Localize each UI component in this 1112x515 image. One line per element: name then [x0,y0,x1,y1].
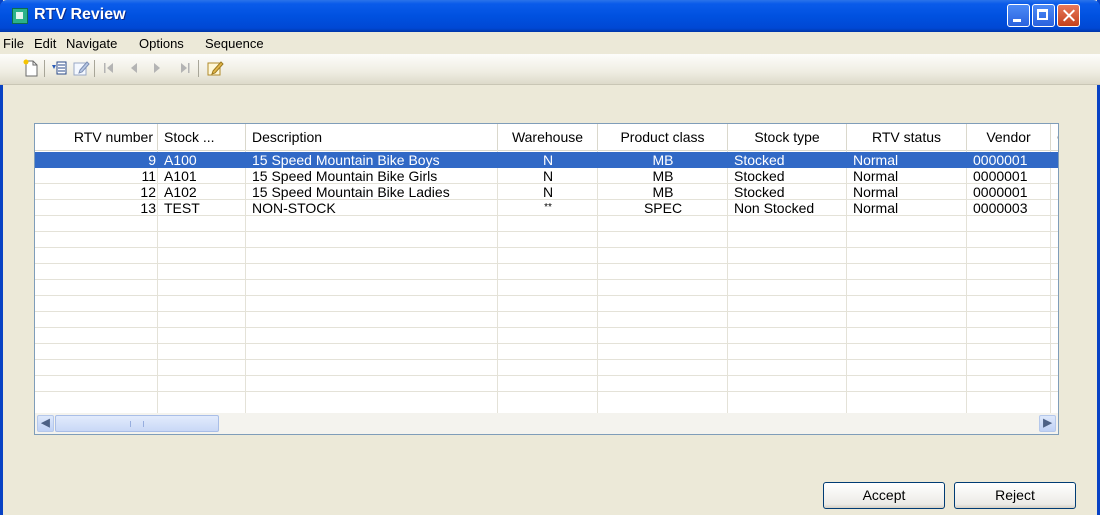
next-record-icon[interactable] [148,59,166,77]
menu-file[interactable]: File [3,36,24,51]
new-document-icon[interactable] [22,59,40,77]
maximize-button[interactable] [1032,4,1055,27]
cell-description: NON-STOCK [252,200,336,216]
table-row[interactable]: 12 A102 15 Speed Mountain Bike Ladies N … [35,184,1058,200]
notes-icon[interactable] [206,59,224,77]
last-record-icon[interactable] [176,59,194,77]
rtv-grid[interactable]: RTV number Stock ... Description Warehou… [34,123,1059,435]
reject-button[interactable]: Reject [954,482,1076,509]
menu-navigate[interactable]: Navigate [66,36,117,51]
toolbar [0,54,1100,85]
cell-product-class: SPEC [643,200,683,216]
cell-warehouse: ** [544,202,552,213]
cell-stock: A102 [164,184,197,200]
cell-rtv-number: 9 [148,152,156,168]
first-record-icon[interactable] [100,59,118,77]
menu-options[interactable]: Options [139,36,184,51]
col-header-warehouse[interactable]: Warehouse [498,124,598,150]
cell-rtv-status: Normal [853,168,899,184]
cell-warehouse: N [542,184,554,200]
col-header-vendor[interactable]: Vendor [967,124,1051,150]
edit-row-icon[interactable] [72,59,90,77]
cell-description: 15 Speed Mountain Bike Boys [252,152,440,168]
cell-rtv-status: Normal [853,184,899,200]
cell-warehouse: N [542,168,554,184]
col-header-product-class[interactable]: Product class [598,124,728,150]
cell-rtv-number: 13 [140,200,156,216]
col-header-rtv-status[interactable]: RTV status [847,124,967,150]
previous-record-icon[interactable] [126,59,144,77]
col-header-c[interactable]: C [1051,124,1058,150]
accept-button[interactable]: Accept [823,482,945,509]
cell-stock: A101 [164,168,197,184]
cell-stock: TEST [164,200,200,216]
col-header-description[interactable]: Description [246,124,498,150]
minimize-button[interactable] [1007,4,1030,27]
table-row[interactable]: 13 TEST NON-STOCK ** SPEC Non Stocked No… [35,200,1058,216]
table-row[interactable]: 11 A101 15 Speed Mountain Bike Girls N M… [35,168,1058,184]
scroll-right-icon[interactable]: ▶ [1039,415,1056,432]
cell-stock: A100 [164,152,197,168]
cell-stock-type: Stocked [734,152,785,168]
menu-sequence[interactable]: Sequence [205,36,264,51]
cell-product-class: MB [652,168,674,184]
menu-edit[interactable]: Edit [34,36,56,51]
close-button[interactable] [1057,4,1080,27]
cell-rtv-number: 12 [140,184,156,200]
col-header-stock[interactable]: Stock ... [158,124,246,150]
menu-bar: File Edit Navigate Options Sequence [0,32,1100,54]
col-header-stock-type[interactable]: Stock type [728,124,847,150]
title-bar[interactable]: RTV Review [0,0,1100,32]
horizontal-scrollbar[interactable]: ◀ ▶ [34,413,1059,435]
grid-header: RTV number Stock ... Description Warehou… [35,124,1058,151]
cell-stock-type: Stocked [734,184,785,200]
window-title: RTV Review [34,6,126,23]
col-header-rtv-number[interactable]: RTV number [35,124,158,150]
cell-rtv-status: Normal [853,200,899,216]
cell-vendor: 0000003 [973,200,1028,216]
cell-stock-type: Stocked [734,168,785,184]
cell-vendor: 0000001 [973,152,1028,168]
cell-description: 15 Speed Mountain Bike Ladies [252,184,450,200]
cell-rtv-number: 11 [141,168,156,184]
insert-row-icon[interactable] [50,59,68,77]
cell-product-class: MB [652,184,674,200]
cell-product-class: MB [652,152,674,168]
scroll-thumb[interactable] [55,415,219,432]
cell-warehouse: N [542,152,554,168]
cell-rtv-status: Normal [853,152,899,168]
cell-vendor: 0000001 [973,184,1028,200]
table-row[interactable]: 9 A100 15 Speed Mountain Bike Boys N MB … [35,152,1058,168]
app-icon [12,8,28,24]
cell-vendor: 0000001 [973,168,1028,184]
cell-stock-type: Non Stocked [734,200,815,216]
cell-description: 15 Speed Mountain Bike Girls [252,168,438,184]
scroll-left-icon[interactable]: ◀ [37,415,54,432]
